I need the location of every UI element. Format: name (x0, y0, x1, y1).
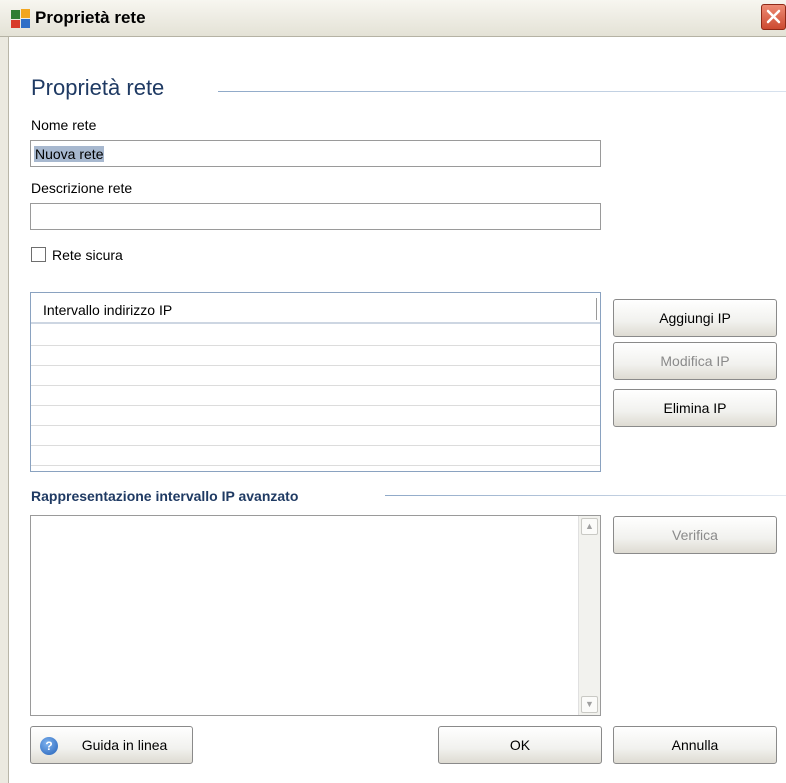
list-row[interactable] (31, 386, 600, 406)
close-button[interactable] (761, 4, 786, 30)
list-row[interactable] (31, 406, 600, 426)
ip-range-column-header[interactable]: Intervallo indirizzo IP (43, 302, 172, 318)
network-name-value: Nuova rete (34, 146, 105, 162)
scroll-up-icon[interactable]: ▲ (581, 518, 598, 535)
cancel-button[interactable]: Annulla (613, 726, 777, 764)
vertical-scrollbar[interactable]: ▲ ▼ (578, 516, 600, 715)
section-divider (385, 495, 786, 496)
ip-range-list[interactable]: Intervallo indirizzo IP (30, 292, 601, 472)
title-divider (218, 91, 786, 92)
network-description-label: Descrizione rete (31, 180, 133, 196)
add-ip-button[interactable]: Aggiungi IP (613, 299, 777, 337)
list-row[interactable] (31, 366, 600, 386)
column-separator[interactable] (596, 298, 597, 320)
list-row[interactable] (31, 426, 600, 446)
list-row[interactable] (31, 326, 600, 346)
network-name-label: Nome rete (31, 117, 97, 133)
edit-ip-button[interactable]: Modifica IP (613, 342, 777, 380)
ok-button[interactable]: OK (438, 726, 602, 764)
network-description-input[interactable] (30, 203, 601, 230)
advanced-ip-textarea[interactable]: ▲ ▼ (30, 515, 601, 716)
window-border (0, 0, 9, 783)
page-title: Proprietà rete (31, 75, 165, 100)
title-bar[interactable]: Proprietà rete (0, 0, 786, 37)
online-help-button[interactable]: ? Guida in linea (30, 726, 193, 764)
close-icon (762, 9, 785, 33)
safe-network-label[interactable]: Rete sicura (52, 247, 123, 263)
app-icon (10, 8, 31, 29)
online-help-label: Guida in linea (81, 737, 168, 753)
ip-list-header[interactable]: Intervallo indirizzo IP (31, 293, 600, 324)
safe-network-checkbox[interactable] (31, 247, 46, 262)
advanced-section-title: Rappresentazione intervallo IP avanzato (31, 488, 299, 504)
verify-button[interactable]: Verifica (613, 516, 777, 554)
list-row[interactable] (31, 446, 600, 466)
scroll-down-icon[interactable]: ▼ (581, 696, 598, 713)
list-row[interactable] (31, 346, 600, 366)
window-title: Proprietà rete (35, 8, 146, 27)
delete-ip-button[interactable]: Elimina IP (613, 389, 777, 427)
help-icon: ? (40, 737, 58, 755)
network-name-input[interactable]: Nuova rete (30, 140, 601, 167)
